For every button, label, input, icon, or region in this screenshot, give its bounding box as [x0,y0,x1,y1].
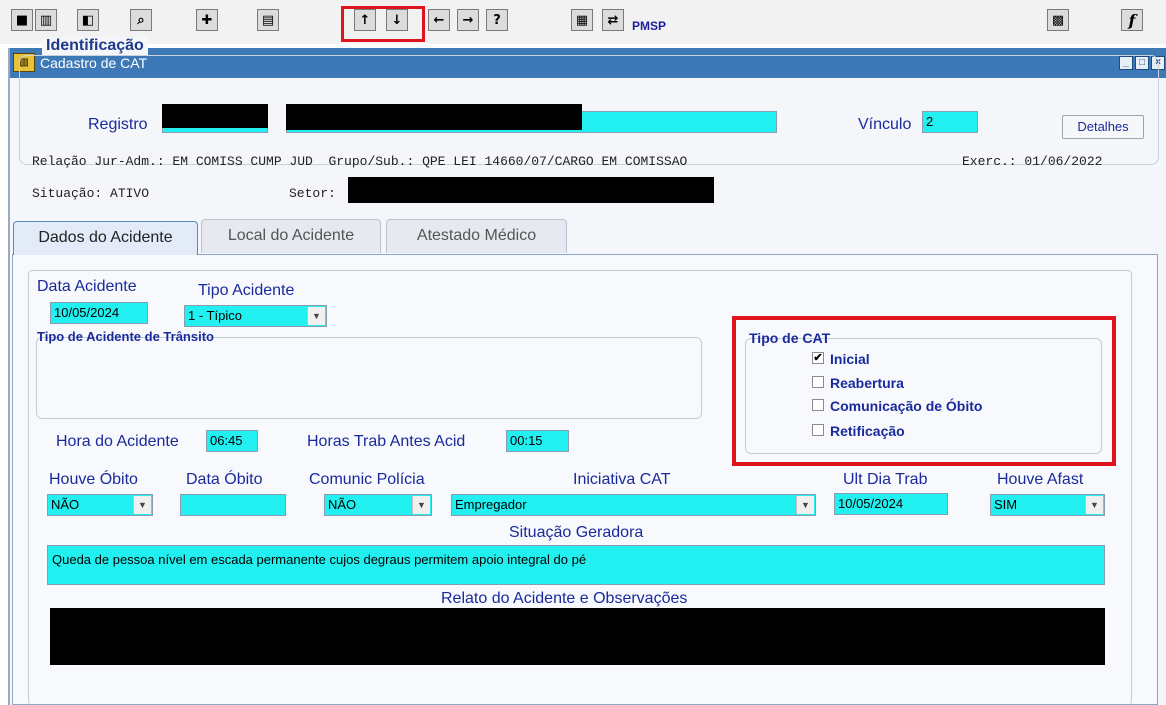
tipo-transito-group [36,337,702,419]
reabertura-checkbox[interactable] [812,376,824,388]
tab-local-acidente[interactable]: Local do Acidente [201,219,381,253]
relato-redaction [50,608,1105,665]
clear-icon[interactable]: ▤ [257,9,279,31]
reabertura-label: Reabertura [830,375,904,391]
detalhes-button[interactable]: Detalhes [1062,115,1144,139]
houve-obito-label: Houve Óbito [49,471,138,488]
registro-redaction [162,104,268,128]
hora-acidente-field[interactable]: 06:45 [206,430,258,452]
nome-redaction [286,104,582,130]
function-icon[interactable]: f [1121,9,1143,31]
tipo-acidente-select[interactable]: 1 - Típico ▼ [184,305,327,327]
chevron-down-icon[interactable]: ▼ [307,307,325,325]
tab-atestado-medico[interactable]: Atestado Médico [386,219,567,253]
pmsp-label: PMSP [632,19,667,33]
situacao-geradora-label: Situação Geradora [509,524,644,541]
iniciativa-cat-value: Empregador [455,497,527,512]
iniciativa-cat-select[interactable]: Empregador ▼ [451,494,816,516]
comunic-policia-label: Comunic Polícia [309,471,425,488]
new-record-icon[interactable]: ✚ [196,9,218,31]
houve-afast-select[interactable]: SIM ▼ [990,494,1105,516]
tipo-acidente-value: 1 - Típico [188,308,242,323]
comunic-policia-value: NÃO [328,497,357,512]
emp-icon[interactable]: ⇄ [602,9,624,31]
setor-redaction [348,177,714,203]
relacao-info: Relação Jur-Adm.: EM COMISS CUMP JUD Gru… [32,154,688,169]
houve-obito-value: NÃO [51,497,80,512]
situacao-geradora-field[interactable]: Queda de pessoa nível em escada permanen… [47,545,1105,585]
vinculo-label: Vínculo [858,116,912,133]
houve-obito-select[interactable]: NÃO ▼ [47,494,153,516]
houve-afast-value: SIM [994,497,1018,512]
toolbar: ■ ▥ ◧ ⌕ ✚ ▤ ↑ ↓ ← → ? ▦ ⇄ PMSP ▩ f [0,0,1166,44]
relato-label: Relato do Acidente e Observações [441,590,688,607]
houve-afast-label: Houve Afast [997,471,1084,488]
retificacao-label: Retificação [830,423,905,439]
setor-label: Setor: [289,186,336,201]
comunicacao-obito-label: Comunicação de Óbito [830,398,983,414]
hora-acidente-label: Hora do Acidente [56,433,179,450]
chevron-down-icon[interactable]: ▼ [1085,496,1103,514]
horas-trab-field[interactable]: 00:15 [506,430,569,452]
ult-dia-trab-label: Ult Dia Trab [843,471,928,488]
tab-dados-acidente[interactable]: Dados do Acidente [13,221,198,255]
data-acidente-label: Data Acidente [37,278,137,295]
exit-icon[interactable]: ◧ [77,9,99,31]
data-acidente-field[interactable]: 10/05/2024 [50,302,148,324]
vinculo-field[interactable]: 2 [922,111,978,133]
ult-dia-trab-field[interactable]: 10/05/2024 [834,493,948,515]
arrow-left-icon[interactable]: ← [428,9,450,31]
data-obito-field[interactable] [180,494,286,516]
search-icon[interactable]: ⌕ [130,9,152,31]
tipo-cat-label: Tipo de CAT [749,330,831,346]
help-icon[interactable]: ? [486,9,508,31]
trash-icon[interactable]: ▥ [35,9,57,31]
iniciativa-cat-label: Iniciativa CAT [573,471,671,488]
chevron-down-icon[interactable]: ▼ [412,496,430,514]
save-icon[interactable]: ■ [11,9,33,31]
chevron-down-icon[interactable]: ▼ [133,496,151,514]
tipo-transito-label: Tipo de Acidente de Trânsito [37,329,214,344]
inicial-checkbox[interactable]: ✔ [812,352,824,364]
arrow-right-icon[interactable]: → [457,9,479,31]
identificacao-legend: Identificação [42,37,148,55]
data-obito-label: Data Óbito [186,471,263,488]
comunic-policia-select[interactable]: NÃO ▼ [324,494,432,516]
comunicacao-obito-checkbox[interactable] [812,399,824,411]
calculator-icon[interactable]: ▦ [571,9,593,31]
chevron-down-icon[interactable]: ▼ [796,496,814,514]
tipo-acidente-label: Tipo Acidente [198,282,295,299]
exercicio-info: Exerc.: 01/06/2022 [962,154,1103,169]
registro-label: Registro [88,116,148,133]
inicial-label: Inicial [830,351,870,367]
toolbar-highlight-box [341,6,425,42]
situacao-info: Situação: ATIVO [32,186,150,201]
keyboard-icon[interactable]: ▩ [1047,9,1069,31]
retificacao-checkbox[interactable] [812,424,824,436]
horas-trab-label: Horas Trab Antes Acid [307,433,466,450]
